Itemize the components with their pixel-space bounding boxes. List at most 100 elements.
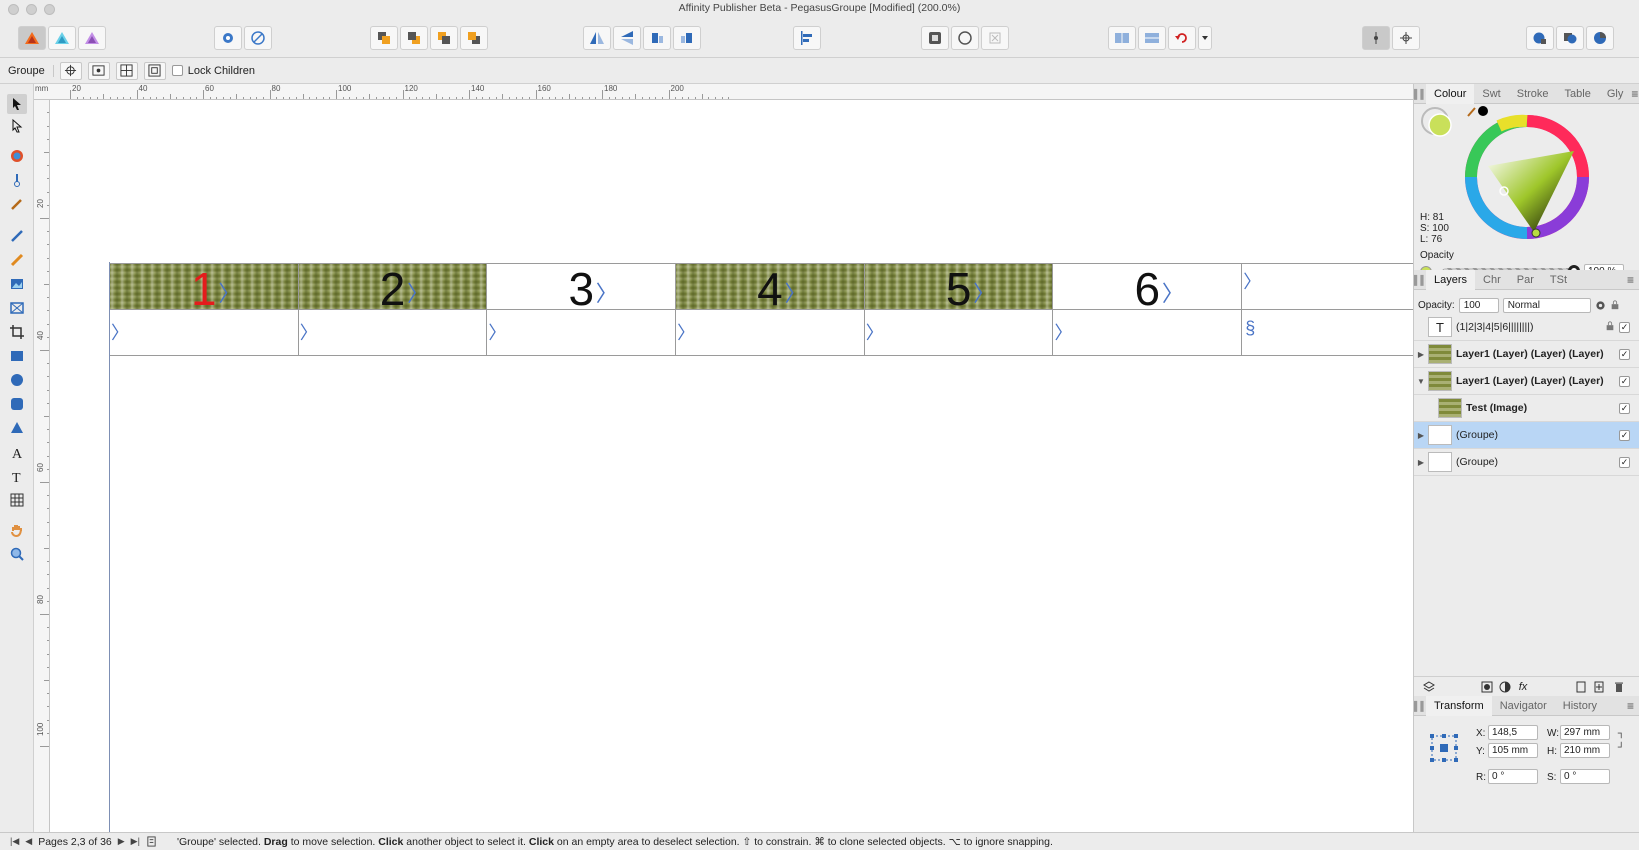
facing-pages-button[interactable] bbox=[1108, 26, 1136, 50]
panel-menu-icon[interactable]: ≡ bbox=[1631, 87, 1638, 101]
flip-horizontal-button[interactable] bbox=[583, 26, 611, 50]
ellipse-tool[interactable] bbox=[7, 370, 27, 390]
table-body-row[interactable]: 〉 〉 〉 〉 〉 〉 § bbox=[110, 309, 1413, 356]
page-options-icon[interactable] bbox=[146, 836, 157, 847]
h-field[interactable]: 210 mm bbox=[1560, 743, 1610, 758]
undo-history-dropdown[interactable] bbox=[1198, 26, 1212, 50]
layer-row[interactable]: ▶ (Groupe) ✓ bbox=[1414, 449, 1639, 476]
tab-table[interactable]: Table bbox=[1557, 88, 1599, 100]
layers-stack-button[interactable] bbox=[1422, 680, 1436, 694]
fill-stroke-swatch[interactable] bbox=[1420, 106, 1454, 140]
frame-text-tool[interactable] bbox=[7, 298, 27, 318]
layer-opacity-select[interactable]: 100 bbox=[1458, 297, 1499, 313]
tab-gly[interactable]: Gly bbox=[1599, 88, 1632, 100]
table-header-cell[interactable]: 1 〉 bbox=[110, 264, 299, 309]
table-header-cell[interactable]: 4 〉 bbox=[676, 264, 865, 309]
table-body-cell[interactable]: 〉 bbox=[110, 310, 299, 355]
table-body-cell[interactable]: 〉 bbox=[299, 310, 488, 355]
link-proportions-icon[interactable] bbox=[1616, 730, 1623, 750]
tab-layers[interactable]: Layers bbox=[1426, 269, 1476, 290]
fill-tool[interactable] bbox=[7, 146, 27, 166]
lock-children-checkbox[interactable] bbox=[171, 65, 183, 76]
transparency-tool[interactable] bbox=[7, 170, 27, 190]
disclosure-icon[interactable]: ▶ bbox=[1414, 458, 1428, 467]
assistant-button[interactable] bbox=[1526, 26, 1554, 50]
next-page-icon[interactable]: ▶ bbox=[118, 836, 125, 847]
zoom-window-button[interactable] bbox=[44, 4, 55, 15]
tab-swt[interactable]: Swt bbox=[1474, 88, 1508, 100]
minimize-window-button[interactable] bbox=[26, 4, 37, 15]
artistic-text-tool[interactable]: A bbox=[7, 442, 27, 462]
rectangle-tool[interactable] bbox=[7, 346, 27, 366]
fx-icon[interactable]: fx bbox=[1516, 680, 1530, 694]
table-header-cell[interactable]: 3 〉 bbox=[487, 264, 677, 309]
document-canvas[interactable]: 1 〉 2 〉 3 〉 4 〉 5 〉 6 〉〉 〉〉〉〉〉〉 § bbox=[50, 100, 1413, 832]
mask-layer-button[interactable] bbox=[1480, 680, 1494, 694]
preferences-button[interactable] bbox=[214, 26, 242, 50]
move-tool[interactable] bbox=[7, 94, 27, 114]
show-hide-button[interactable] bbox=[87, 61, 110, 80]
table-header-cell[interactable]: 5 〉 bbox=[864, 264, 1054, 309]
x-field[interactable]: 148,5 bbox=[1488, 725, 1538, 740]
export-persona-button[interactable] bbox=[1556, 26, 1584, 50]
tab-chr[interactable]: Chr bbox=[1475, 274, 1509, 286]
layer-row[interactable]: ▼ Layer1 (Layer) (Layer) (Layer) ✓ bbox=[1414, 368, 1639, 395]
move-back-one-button[interactable] bbox=[400, 26, 428, 50]
move-to-back-button[interactable] bbox=[370, 26, 398, 50]
rotation-field[interactable]: 0 ° bbox=[1488, 769, 1538, 784]
tab-history[interactable]: History bbox=[1555, 700, 1605, 712]
lock-children-toggle[interactable]: Lock Children bbox=[171, 65, 255, 77]
pencil-tool[interactable] bbox=[7, 250, 27, 270]
frame-text-tool-t[interactable]: T bbox=[7, 466, 27, 486]
panel-menu-icon[interactable]: ≡ bbox=[1627, 273, 1634, 287]
table-tool[interactable] bbox=[7, 490, 27, 510]
undo-history-button[interactable] bbox=[1168, 26, 1196, 50]
table-header-cell[interactable]: 6 〉 bbox=[1054, 264, 1243, 309]
picture-frame-tool[interactable] bbox=[7, 274, 27, 294]
designer-persona-button[interactable] bbox=[78, 26, 106, 50]
visibility-checkbox[interactable]: ✓ bbox=[1619, 375, 1630, 387]
triangle-tool[interactable] bbox=[7, 418, 27, 438]
snapping-options-button[interactable] bbox=[1392, 26, 1420, 50]
table-body-cell[interactable]: 〉 bbox=[1054, 310, 1243, 355]
table-header-cell[interactable]: 〉 bbox=[1242, 264, 1413, 309]
page-grid-button[interactable] bbox=[1138, 26, 1166, 50]
w-field[interactable]: 297 mm bbox=[1560, 725, 1610, 740]
table-header-cell[interactable]: 2 〉 bbox=[298, 264, 488, 309]
rotate-anticlockwise-button[interactable] bbox=[643, 26, 671, 50]
table-frame[interactable]: 1 〉 2 〉 3 〉 4 〉 5 〉 6 〉〉 〉〉〉〉〉〉 § bbox=[110, 263, 1413, 357]
adjustment-layer-button[interactable] bbox=[1498, 680, 1512, 694]
rotate-clockwise-button[interactable] bbox=[673, 26, 701, 50]
vertical-ruler[interactable]: 20 40 60 80 100 bbox=[34, 100, 50, 832]
rounded-rectangle-tool[interactable] bbox=[7, 394, 27, 414]
blend-mode-select[interactable]: Normal bbox=[1502, 297, 1591, 313]
node-tool[interactable] bbox=[7, 116, 27, 136]
panel-menu-icon[interactable]: ≡ bbox=[1627, 699, 1634, 713]
zoom-tool[interactable] bbox=[7, 544, 27, 564]
y-field[interactable]: 105 mm bbox=[1488, 743, 1538, 758]
anchor-selector[interactable] bbox=[1428, 732, 1460, 764]
align-button[interactable] bbox=[793, 26, 821, 50]
pen-tool[interactable] bbox=[7, 226, 27, 246]
last-page-icon[interactable]: ▶| bbox=[131, 836, 140, 847]
horizontal-ruler[interactable]: mm 20 40 60 80 100 120 140 160 180 200 bbox=[34, 84, 1413, 100]
visibility-checkbox[interactable]: ✓ bbox=[1619, 429, 1630, 441]
layer-row[interactable]: T (1|2|3|4|5|6||||||||) ✓ bbox=[1414, 314, 1639, 341]
add-pixel-layer-button[interactable] bbox=[1574, 680, 1588, 694]
tab-navigator[interactable]: Navigator bbox=[1492, 700, 1555, 712]
show-special-characters-button[interactable] bbox=[981, 26, 1009, 50]
lock-icon[interactable] bbox=[1610, 300, 1620, 310]
first-page-icon[interactable]: |◀ bbox=[10, 836, 19, 847]
crop-tool[interactable] bbox=[7, 322, 27, 342]
move-forward-one-button[interactable] bbox=[430, 26, 458, 50]
text-wrap-button[interactable] bbox=[921, 26, 949, 50]
lock-icon[interactable] bbox=[1605, 320, 1615, 334]
panel-grip-icon[interactable]: ▌▌ bbox=[1414, 696, 1427, 716]
delete-layer-button[interactable] bbox=[1612, 680, 1626, 694]
table-body-cell[interactable]: 〉 bbox=[865, 310, 1054, 355]
tab-transform[interactable]: Transform bbox=[1426, 695, 1492, 716]
snapping-toggle-button[interactable] bbox=[244, 26, 272, 50]
publisher-persona-button[interactable] bbox=[18, 26, 46, 50]
panel-grip-icon[interactable]: ▌▌ bbox=[1414, 270, 1427, 290]
tab-tst[interactable]: TSt bbox=[1542, 274, 1575, 286]
